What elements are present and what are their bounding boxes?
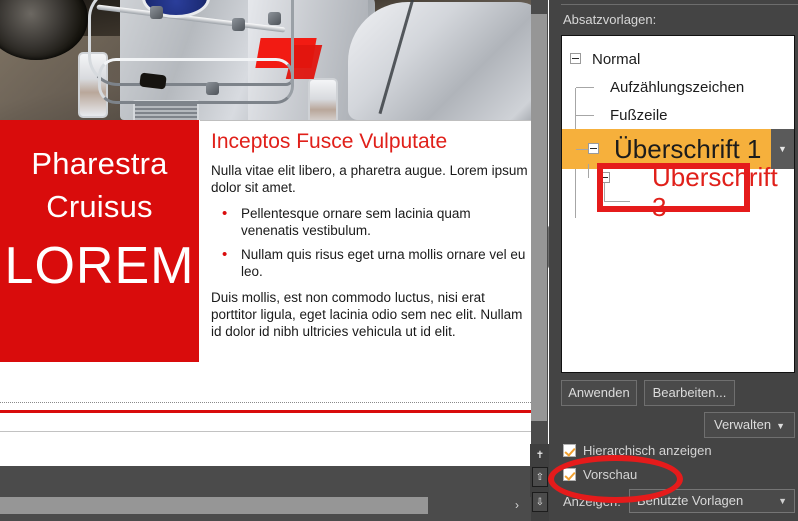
tree-trunk-line	[588, 164, 589, 178]
tree-branch-line	[576, 87, 594, 88]
show-filter-value: Benutzte Vorlagen	[637, 493, 743, 508]
photo-rubber-grip	[139, 72, 167, 89]
chevron-down-icon[interactable]: ▼	[778, 490, 787, 512]
list-item: Pellentesque ornare sem lacinia quam ven…	[241, 205, 531, 239]
article-bullet-list: Pellentesque ornare sem lacinia quam ven…	[211, 205, 531, 280]
style-tree-list[interactable]: Normal Aufzählungszeichen Fußzeile Übers…	[561, 35, 795, 373]
checkbox-label: Vorschau	[583, 467, 637, 482]
browse-object-nav[interactable]: ✝ ⇧ ⇩	[530, 444, 549, 521]
canvas-bottom-filler	[0, 490, 531, 497]
checkbox-checked-icon[interactable]	[563, 444, 576, 457]
callout-line-2: Cruisus	[0, 185, 199, 228]
photo-bolt-2	[232, 18, 245, 31]
checkbox-checked-icon[interactable]	[563, 468, 576, 481]
chevron-right-icon[interactable]: ›	[509, 497, 525, 514]
chevron-down-icon[interactable]: ✝	[532, 446, 548, 466]
photo-lamp-right	[308, 78, 338, 120]
apply-button[interactable]: Anwenden	[561, 380, 637, 406]
horizontal-scrollbar-thumb[interactable]	[0, 497, 428, 514]
expander-minus-icon[interactable]	[588, 143, 599, 154]
photo-chrome-bar	[98, 58, 294, 104]
show-filter-label: Anzeigen:	[563, 494, 621, 509]
tree-item-heading-3[interactable]: Überschrift 3	[562, 169, 794, 215]
article-text-column[interactable]: Inceptos Fusce Vulputate Nulla vitae eli…	[200, 120, 531, 362]
page-boundary-dotted-line	[0, 402, 531, 403]
callout-line-1: Pharestra	[0, 142, 199, 185]
list-item: Nullam quis risus eget urna mollis ornar…	[241, 246, 531, 280]
photo-bolt-3	[268, 12, 281, 25]
photo-scooter-seat	[348, 2, 531, 120]
photo-bolt-4	[206, 82, 219, 95]
paragraph-styles-panel: Absatzvorlagen: Normal Aufzählungszeiche…	[549, 0, 798, 521]
article-paragraph-2: Duis mollis, est non commodo luctus, nis…	[211, 289, 531, 340]
scrollbar-corner	[0, 515, 531, 521]
tree-item-label: Überschrift 3	[562, 162, 794, 222]
article-heading: Inceptos Fusce Vulputate	[211, 129, 531, 154]
tree-item-normal[interactable]: Normal	[562, 45, 794, 73]
horizontal-scrollbar[interactable]: ›	[0, 497, 531, 515]
chevron-down-icon: ▼	[776, 421, 785, 431]
checkbox-hierarchical[interactable]: Hierarchisch anzeigen	[563, 443, 712, 458]
manage-button-label: Verwalten	[714, 417, 771, 432]
manage-button[interactable]: Verwalten ▼	[704, 412, 795, 438]
tree-trunk-line	[604, 183, 605, 201]
expander-minus-icon[interactable]	[570, 53, 581, 64]
callout-headline: LOREM	[0, 234, 199, 298]
red-callout-panel: Pharestra Cruisus LOREM	[0, 120, 199, 362]
tree-item-footer[interactable]: Fußzeile	[562, 101, 794, 129]
double-up-arrow-icon[interactable]: ⇧	[532, 467, 548, 487]
footer-gray-rule	[0, 431, 531, 432]
content-band: Pharestra Cruisus LOREM Inceptos Fusce V…	[0, 120, 531, 363]
vertical-scrollbar[interactable]	[531, 0, 548, 445]
tree-item-bullets[interactable]: Aufzählungszeichen	[562, 73, 794, 101]
scooter-photo	[0, 0, 531, 120]
checkbox-preview[interactable]: Vorschau	[563, 467, 637, 482]
expander-minus-icon[interactable]	[599, 172, 610, 183]
vertical-scrollbar-thumb[interactable]	[531, 14, 547, 421]
show-filter-select[interactable]: Benutzte Vorlagen ▼	[629, 489, 795, 513]
checkbox-label: Hierarchisch anzeigen	[583, 443, 712, 458]
edit-button[interactable]: Bearbeiten...	[644, 380, 735, 406]
document-canvas[interactable]: Pharestra Cruisus LOREM Inceptos Fusce V…	[0, 0, 531, 490]
photo-bolt-1	[150, 6, 163, 19]
article-paragraph-1: Nulla vitae elit libero, a pharetra augu…	[211, 162, 531, 196]
double-down-arrow-icon[interactable]: ⇩	[532, 492, 548, 512]
tree-branch-line	[604, 201, 630, 202]
panel-top-divider	[561, 4, 798, 5]
page-gap-strip	[0, 466, 531, 490]
tree-branch-line	[576, 115, 594, 116]
panel-title: Absatzvorlagen:	[563, 12, 656, 27]
tree-branch-line	[576, 149, 588, 150]
footer-red-rule	[0, 410, 531, 413]
